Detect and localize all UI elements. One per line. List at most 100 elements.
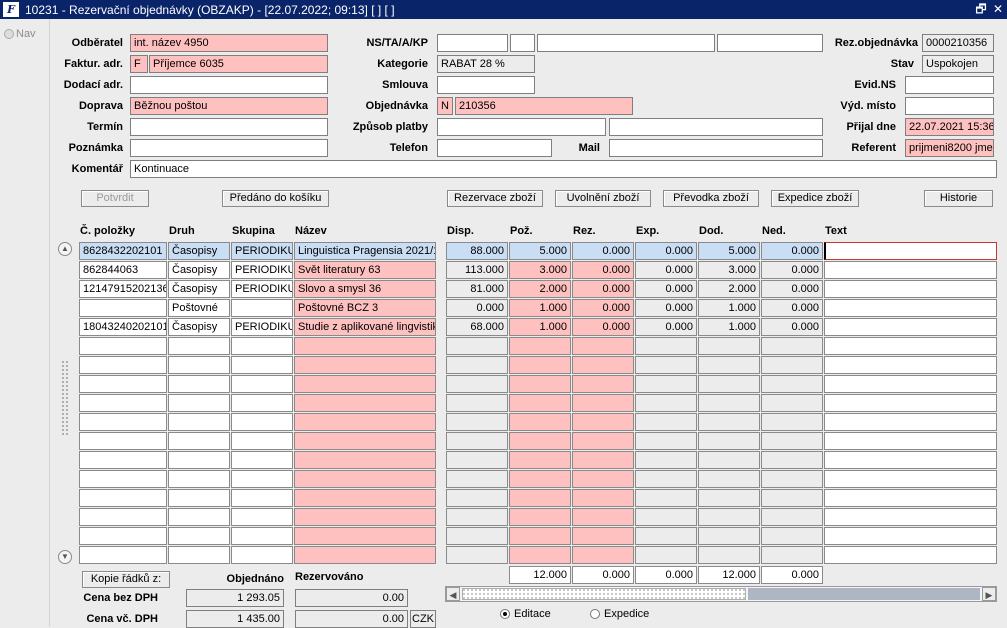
empty-cell-exp[interactable] xyxy=(635,451,697,469)
cell-poz[interactable]: 1.000 xyxy=(509,299,571,317)
empty-cell-exp[interactable] xyxy=(635,489,697,507)
cell-text[interactable] xyxy=(824,242,997,260)
doprava-field[interactable]: Běžnou poštou xyxy=(130,97,328,115)
a-field[interactable] xyxy=(537,34,715,52)
cell-druh[interactable]: Poštovné xyxy=(168,299,230,317)
empty-cell-text[interactable] xyxy=(824,356,997,374)
empty-cell-disp[interactable] xyxy=(446,489,508,507)
cell-poz[interactable]: 5.000 xyxy=(509,242,571,260)
empty-cell-skupina[interactable] xyxy=(231,546,293,564)
empty-cell-rez[interactable] xyxy=(572,394,634,412)
empty-cell-disp[interactable] xyxy=(446,508,508,526)
cell-polozka[interactable]: 8628432202101 xyxy=(79,242,167,260)
cell-nazev[interactable]: Linguistica Pragensia 2021/1 xyxy=(294,242,436,260)
empty-cell-ned[interactable] xyxy=(761,508,823,526)
empty-cell-poz[interactable] xyxy=(509,337,571,355)
empty-cell-exp[interactable] xyxy=(635,394,697,412)
empty-cell-polozka[interactable] xyxy=(79,451,167,469)
empty-cell-dod[interactable] xyxy=(698,489,760,507)
empty-cell-exp[interactable] xyxy=(635,546,697,564)
cell-text[interactable] xyxy=(824,280,997,298)
empty-cell-rez[interactable] xyxy=(572,489,634,507)
empty-cell-text[interactable] xyxy=(824,375,997,393)
ta-field[interactable] xyxy=(510,34,535,52)
empty-cell-druh[interactable] xyxy=(168,451,230,469)
prijal-dne-field[interactable]: 22.07.2021 15:36 xyxy=(905,118,994,136)
empty-cell-exp[interactable] xyxy=(635,413,697,431)
empty-cell-nazev[interactable] xyxy=(294,337,436,355)
empty-cell-nazev[interactable] xyxy=(294,394,436,412)
cell-druh[interactable]: Časopisy xyxy=(168,318,230,336)
empty-cell-disp[interactable] xyxy=(446,527,508,545)
cell-rez[interactable]: 0.000 xyxy=(572,242,634,260)
empty-cell-polozka[interactable] xyxy=(79,470,167,488)
empty-cell-druh[interactable] xyxy=(168,489,230,507)
cell-ned[interactable]: 0.000 xyxy=(761,318,823,336)
cell-disp[interactable]: 113.000 xyxy=(446,261,508,279)
rezervace-zbozi-button[interactable]: Rezervace zboží xyxy=(447,190,543,207)
empty-cell-poz[interactable] xyxy=(509,375,571,393)
empty-cell-dod[interactable] xyxy=(698,432,760,450)
cell-skupina[interactable] xyxy=(231,299,293,317)
komentar-field[interactable]: Kontinuace xyxy=(130,160,997,178)
cell-nazev[interactable]: Studie z aplikované lingvistiky xyxy=(294,318,436,336)
empty-cell-poz[interactable] xyxy=(509,451,571,469)
empty-cell-text[interactable] xyxy=(824,508,997,526)
empty-cell-druh[interactable] xyxy=(168,432,230,450)
empty-cell-rez[interactable] xyxy=(572,508,634,526)
faktur-adr-code-field[interactable]: F xyxy=(130,55,148,73)
empty-cell-exp[interactable] xyxy=(635,470,697,488)
empty-cell-druh[interactable] xyxy=(168,527,230,545)
cell-exp[interactable]: 0.000 xyxy=(635,261,697,279)
empty-cell-polozka[interactable] xyxy=(79,489,167,507)
empty-cell-disp[interactable] xyxy=(446,337,508,355)
empty-cell-skupina[interactable] xyxy=(231,375,293,393)
objednavka-code-field[interactable]: N xyxy=(437,97,453,115)
empty-cell-nazev[interactable] xyxy=(294,356,436,374)
restore-window-button[interactable]: 🗗 xyxy=(974,1,988,17)
zpusob-platby-field[interactable] xyxy=(437,118,606,136)
cell-exp[interactable]: 0.000 xyxy=(635,242,697,260)
scroll-thumb[interactable] xyxy=(462,588,746,600)
cell-dod[interactable]: 1.000 xyxy=(698,318,760,336)
empty-cell-ned[interactable] xyxy=(761,337,823,355)
cell-rez[interactable]: 0.000 xyxy=(572,261,634,279)
empty-cell-nazev[interactable] xyxy=(294,527,436,545)
mode-editace-radio[interactable]: Editace xyxy=(500,608,551,620)
prevodka-zbozi-button[interactable]: Převodka zboží xyxy=(663,190,759,207)
cell-skupina[interactable]: PERIODIKUM xyxy=(231,318,293,336)
scroll-track[interactable] xyxy=(748,588,980,600)
scroll-down-icon[interactable]: ▼ xyxy=(58,550,72,564)
empty-cell-druh[interactable] xyxy=(168,546,230,564)
cell-text[interactable] xyxy=(824,318,997,336)
empty-cell-nazev[interactable] xyxy=(294,470,436,488)
kp-field[interactable] xyxy=(717,34,823,52)
rez-objednavka-field[interactable]: 0000210356 xyxy=(922,34,994,52)
empty-cell-text[interactable] xyxy=(824,337,997,355)
cell-rez[interactable]: 0.000 xyxy=(572,318,634,336)
empty-cell-polozka[interactable] xyxy=(79,394,167,412)
scroll-up-icon[interactable]: ▲ xyxy=(58,242,72,256)
empty-cell-disp[interactable] xyxy=(446,394,508,412)
cell-dod[interactable]: 3.000 xyxy=(698,261,760,279)
dodaci-adr-field[interactable] xyxy=(130,76,328,94)
empty-cell-dod[interactable] xyxy=(698,527,760,545)
cell-poz[interactable]: 2.000 xyxy=(509,280,571,298)
empty-cell-rez[interactable] xyxy=(572,527,634,545)
zpusob-platby-detail-field[interactable] xyxy=(609,118,823,136)
empty-cell-skupina[interactable] xyxy=(231,508,293,526)
empty-cell-skupina[interactable] xyxy=(231,432,293,450)
nav-toggle[interactable]: Nav xyxy=(4,28,36,40)
cell-druh[interactable]: Časopisy xyxy=(168,280,230,298)
cell-nazev[interactable]: Svět literatury 63 xyxy=(294,261,436,279)
empty-cell-polozka[interactable] xyxy=(79,375,167,393)
mode-expedice-radio[interactable]: Expedice xyxy=(590,608,649,620)
empty-cell-druh[interactable] xyxy=(168,413,230,431)
empty-cell-rez[interactable] xyxy=(572,375,634,393)
empty-cell-skupina[interactable] xyxy=(231,356,293,374)
ns-field[interactable] xyxy=(437,34,508,52)
cell-ned[interactable]: 0.000 xyxy=(761,261,823,279)
expedice-zbozi-button[interactable]: Expedice zboží xyxy=(771,190,859,207)
empty-cell-poz[interactable] xyxy=(509,356,571,374)
cell-dod[interactable]: 1.000 xyxy=(698,299,760,317)
